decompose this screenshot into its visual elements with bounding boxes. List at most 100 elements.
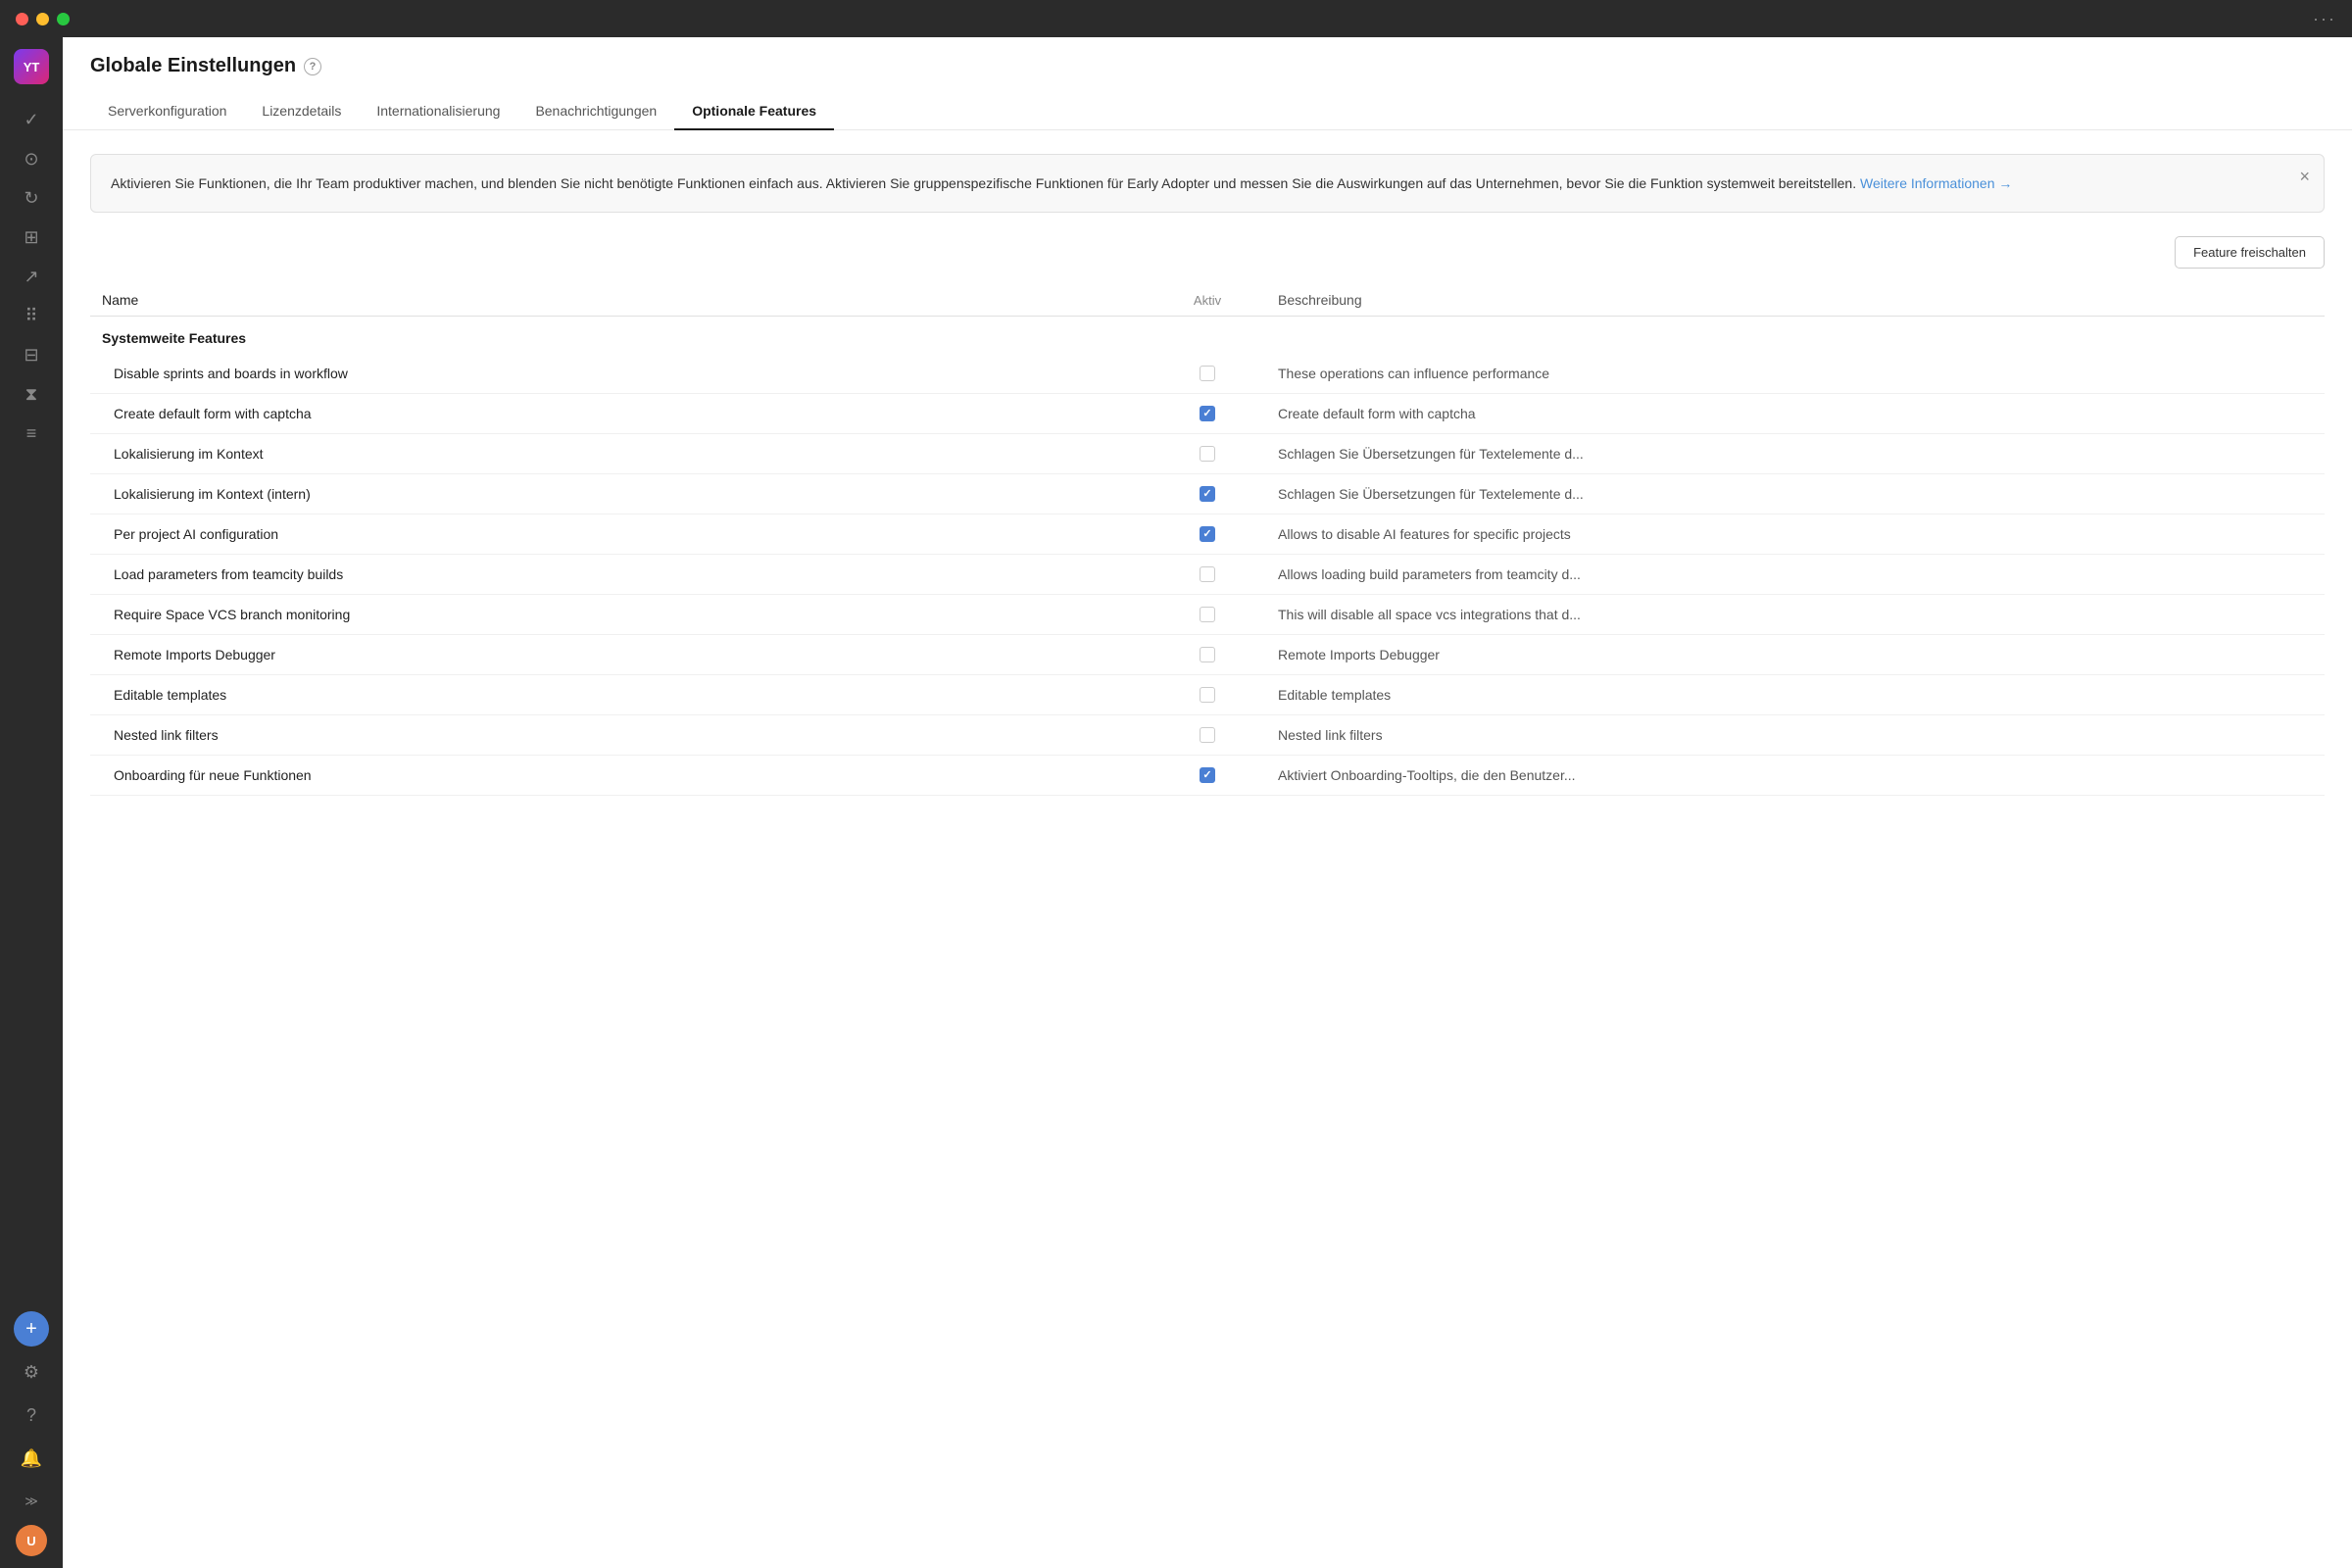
user-avatar[interactable]: U <box>16 1525 47 1556</box>
table-row: Require Space VCS branch monitoring This … <box>90 595 2325 635</box>
feature-checkbox[interactable] <box>1200 727 1215 743</box>
table-row: Editable templates Editable templates <box>90 675 2325 715</box>
sidebar-item-check[interactable]: ✓ <box>14 102 49 137</box>
feature-active-col <box>1149 727 1266 743</box>
tab-lizenzdetails[interactable]: Lizenzdetails <box>244 93 359 130</box>
feature-name: Lokalisierung im Kontext (intern) <box>90 486 1149 502</box>
feature-description: This will disable all space vcs integrat… <box>1266 607 2325 622</box>
feature-name: Per project AI configuration <box>90 526 1149 542</box>
table-row: Per project AI configuration Allows to di… <box>90 514 2325 555</box>
feature-active-col <box>1149 767 1266 783</box>
titlebar: ··· <box>0 0 2352 37</box>
feature-checkbox[interactable] <box>1200 647 1215 662</box>
feature-name: Nested link filters <box>90 727 1149 743</box>
feature-description: These operations can influence performan… <box>1266 366 2325 381</box>
feature-name: Create default form with captcha <box>90 406 1149 421</box>
titlebar-menu-icon[interactable]: ··· <box>2313 9 2336 29</box>
gear-button[interactable]: ⚙ <box>14 1354 49 1390</box>
feature-checkbox[interactable] <box>1200 366 1215 381</box>
feature-active-col <box>1149 486 1266 502</box>
minimize-button[interactable] <box>36 13 49 25</box>
feature-description: Allows to disable AI features for specif… <box>1266 526 2325 542</box>
feature-name: Lokalisierung im Kontext <box>90 446 1149 462</box>
close-button[interactable] <box>16 13 28 25</box>
feature-description: Editable templates <box>1266 687 2325 703</box>
sidebar-item-apps[interactable]: ⠿ <box>14 298 49 333</box>
table-row: Remote Imports Debugger Remote Imports De… <box>90 635 2325 675</box>
feature-description: Aktiviert Onboarding-Tooltips, die den B… <box>1266 767 2325 783</box>
table-row: Disable sprints and boards in workflow Th… <box>90 354 2325 394</box>
bell-button[interactable]: 🔔 <box>14 1441 49 1476</box>
help-icon[interactable]: ? <box>304 58 321 75</box>
feature-name: Editable templates <box>90 687 1149 703</box>
col-header-active: Aktiv <box>1149 292 1266 308</box>
page-title: Globale Einstellungen <box>90 55 296 77</box>
tab-optionale-features[interactable]: Optionale Features <box>674 93 834 130</box>
table-row: Onboarding für neue Funktionen Aktiviert … <box>90 756 2325 796</box>
table-row: Load parameters from teamcity builds Allo… <box>90 555 2325 595</box>
sidebar-item-settings-circle[interactable]: ⊙ <box>14 141 49 176</box>
sidebar-item-refresh[interactable]: ↻ <box>14 180 49 216</box>
feature-description: Schlagen Sie Übersetzungen für Texteleme… <box>1266 486 2325 502</box>
info-banner-close-button[interactable]: × <box>2299 167 2310 187</box>
feature-name: Load parameters from teamcity builds <box>90 566 1149 582</box>
add-button[interactable]: + <box>14 1311 49 1347</box>
feature-checkbox[interactable] <box>1200 486 1215 502</box>
table-header: Name Aktiv Beschreibung <box>90 284 2325 317</box>
info-banner: Aktivieren Sie Funktionen, die Ihr Team … <box>90 154 2325 213</box>
tab-internationalisierung[interactable]: Internationalisierung <box>359 93 517 130</box>
expand-button[interactable]: ≫ <box>14 1484 49 1519</box>
content-area: Aktivieren Sie Funktionen, die Ihr Team … <box>63 130 2352 1568</box>
feature-checkbox[interactable] <box>1200 406 1215 421</box>
feature-description: Nested link filters <box>1266 727 2325 743</box>
maximize-button[interactable] <box>57 13 70 25</box>
sidebar-item-layout[interactable]: ⊞ <box>14 220 49 255</box>
feature-description: Remote Imports Debugger <box>1266 647 2325 662</box>
tab-serverkonfiguration[interactable]: Serverkonfiguration <box>90 93 244 130</box>
features-table: Name Aktiv Beschreibung Systemweite Feat… <box>90 284 2325 796</box>
sidebar-item-book[interactable]: ⊟ <box>14 337 49 372</box>
feature-active-col <box>1149 647 1266 662</box>
feature-description: Schlagen Sie Übersetzungen für Texteleme… <box>1266 446 2325 462</box>
app-logo: YT <box>14 49 49 84</box>
sidebar-item-layers[interactable]: ≡ <box>14 416 49 451</box>
feature-name: Disable sprints and boards in workflow <box>90 366 1149 381</box>
feature-description: Allows loading build parameters from tea… <box>1266 566 2325 582</box>
sidebar: YT ✓ ⊙ ↻ ⊞ ↗ ⠿ ⊟ ⧗ ≡ + ⚙ ? 🔔 ≫ U <box>0 37 63 1568</box>
feature-active-col <box>1149 446 1266 462</box>
feature-name: Onboarding für neue Funktionen <box>90 767 1149 783</box>
sidebar-item-timer[interactable]: ⧗ <box>14 376 49 412</box>
unlock-feature-button[interactable]: Feature freischalten <box>2175 236 2325 269</box>
section-header-systemwide: Systemweite Features <box>90 317 2325 354</box>
feature-name: Require Space VCS branch monitoring <box>90 607 1149 622</box>
feature-checkbox[interactable] <box>1200 446 1215 462</box>
page-header: Globale Einstellungen ? Serverkonfigurat… <box>63 37 2352 130</box>
feature-checkbox[interactable] <box>1200 526 1215 542</box>
feature-description: Create default form with captcha <box>1266 406 2325 421</box>
feature-name: Remote Imports Debugger <box>90 647 1149 662</box>
feature-checkbox[interactable] <box>1200 687 1215 703</box>
col-header-description: Beschreibung <box>1266 292 2325 308</box>
tab-benachrichtigungen[interactable]: Benachrichtigungen <box>517 93 674 130</box>
sidebar-item-chart[interactable]: ↗ <box>14 259 49 294</box>
sidebar-bottom: + ⚙ ? 🔔 ≫ U <box>14 1309 49 1556</box>
info-banner-link[interactable]: Weitere Informationen → <box>1860 175 2012 191</box>
table-row: Lokalisierung im Kontext Schlagen Sie Übe… <box>90 434 2325 474</box>
page-title-row: Globale Einstellungen ? <box>90 55 2325 77</box>
table-row: Nested link filters Nested link filters <box>90 715 2325 756</box>
main-content: Globale Einstellungen ? Serverkonfigurat… <box>63 37 2352 1568</box>
feature-active-col <box>1149 406 1266 421</box>
feature-rows-container: Disable sprints and boards in workflow Th… <box>90 354 2325 796</box>
help-button[interactable]: ? <box>14 1397 49 1433</box>
table-row: Lokalisierung im Kontext (intern) Schlage… <box>90 474 2325 514</box>
feature-checkbox[interactable] <box>1200 767 1215 783</box>
feature-checkbox[interactable] <box>1200 607 1215 622</box>
table-row: Create default form with captcha Create d… <box>90 394 2325 434</box>
feature-active-col <box>1149 607 1266 622</box>
info-banner-text: Aktivieren Sie Funktionen, die Ihr Team … <box>111 175 1856 191</box>
feature-checkbox[interactable] <box>1200 566 1215 582</box>
feature-active-col <box>1149 366 1266 381</box>
col-header-name: Name <box>90 292 1149 308</box>
feature-active-col <box>1149 526 1266 542</box>
action-bar: Feature freischalten <box>90 236 2325 269</box>
